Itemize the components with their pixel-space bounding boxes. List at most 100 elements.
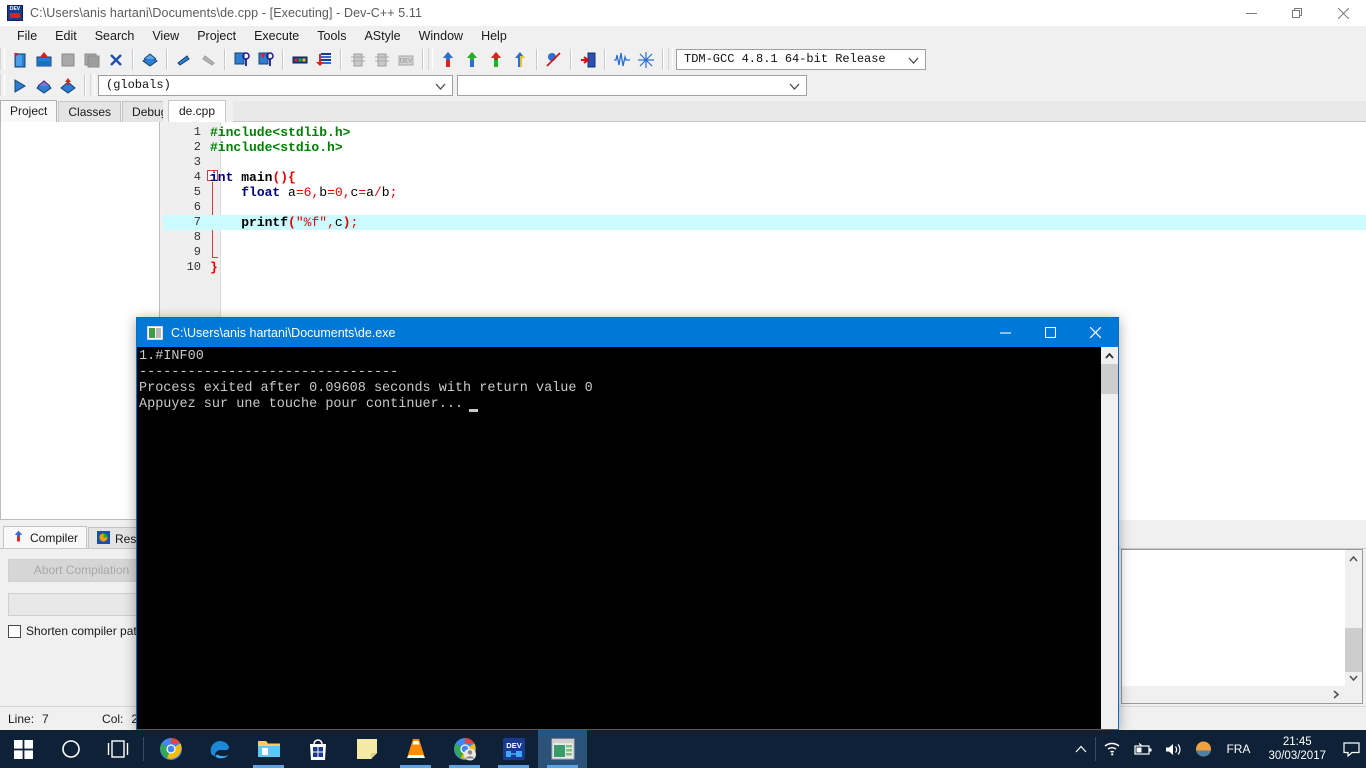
taskbar-app-devcpp[interactable]: DEV — [489, 730, 538, 768]
toolbar-separator — [282, 48, 284, 70]
tab-compiler[interactable]: Compiler — [3, 526, 88, 549]
save-icon[interactable] — [56, 48, 80, 71]
restore-icon[interactable] — [1274, 0, 1320, 26]
find-icon[interactable] — [230, 48, 254, 71]
undo-icon[interactable] — [172, 48, 196, 71]
open-file-icon[interactable] — [32, 48, 56, 71]
menu-tools[interactable]: Tools — [308, 28, 355, 44]
menu-edit[interactable]: Edit — [46, 28, 86, 44]
log-scroll-thumb[interactable] — [1345, 628, 1362, 672]
toolbar-grip-5[interactable] — [90, 74, 95, 96]
console-output-line-1: 1.#INF00 — [139, 349, 204, 364]
onedrive-icon[interactable] — [1189, 730, 1218, 768]
toolbar-grip-4[interactable] — [0, 74, 5, 96]
console-scroll-thumb[interactable] — [1101, 364, 1118, 394]
replace-icon[interactable] — [254, 48, 278, 71]
action-center-icon[interactable] — [1336, 730, 1366, 768]
taskbar-app-chrome-profile[interactable] — [440, 730, 489, 768]
taskbar-app-sticky-notes[interactable] — [342, 730, 391, 768]
console-close-icon[interactable] — [1073, 318, 1118, 347]
shorten-compiler-path-row[interactable]: Shorten compiler path — [8, 624, 143, 638]
debug-icon[interactable] — [610, 48, 634, 71]
console-title-bar[interactable]: C:\Users\anis hartani\Documents\de.exe — [137, 318, 1118, 347]
menu-bar: File Edit Search View Project Execute To… — [0, 26, 1366, 46]
scroll-right-icon[interactable] — [1327, 686, 1344, 703]
taskbar-app-chrome[interactable] — [146, 730, 195, 768]
console-title: C:\Users\anis hartani\Documents\de.exe — [171, 325, 396, 340]
compiler-select[interactable]: TDM-GCC 4.8.1 64-bit Release — [676, 48, 926, 70]
console-maximize-icon[interactable] — [1028, 318, 1073, 347]
language-indicator[interactable]: FRA — [1218, 742, 1258, 756]
code-line-text: } — [210, 260, 218, 275]
members-select[interactable] — [457, 74, 807, 96]
clock[interactable]: 21:45 30/03/2017 — [1258, 735, 1336, 763]
menu-window[interactable]: Window — [410, 28, 472, 44]
taskbar-app-edge[interactable] — [195, 730, 244, 768]
profile-icon[interactable] — [634, 48, 658, 71]
title-bar: C:\Users\anis hartani\Documents\de.cpp -… — [0, 0, 1366, 26]
new-file-icon[interactable] — [8, 48, 32, 71]
volume-icon[interactable] — [1159, 730, 1189, 768]
console-output-area[interactable]: 1.#INF00 -------------------------------… — [137, 347, 1118, 729]
goto-line-icon[interactable] — [288, 48, 312, 71]
insert-icon[interactable] — [312, 48, 336, 71]
shorten-compiler-path-checkbox[interactable] — [8, 624, 21, 638]
menu-execute[interactable]: Execute — [245, 28, 308, 44]
close-file-icon[interactable] — [104, 48, 128, 71]
run-icon[interactable] — [370, 48, 394, 71]
log-horizontal-scrollbar[interactable] — [1122, 686, 1362, 703]
rebuild-all-icon[interactable] — [508, 48, 532, 71]
toolbar-grip-2[interactable] — [428, 48, 433, 70]
code-line: 9 — [163, 245, 1366, 260]
task-view-icon[interactable] — [94, 730, 141, 768]
console-scroll-up-icon[interactable] — [1101, 347, 1118, 364]
redo-icon[interactable] — [196, 48, 220, 71]
dev-icon[interactable]: DEV — [394, 48, 418, 71]
menu-search[interactable]: Search — [86, 28, 144, 44]
toolbar-grip-3[interactable] — [668, 48, 673, 70]
menu-astyle[interactable]: AStyle — [355, 28, 409, 44]
cortana-search-icon[interactable] — [47, 730, 94, 768]
editor-tab-de-cpp[interactable]: de.cpp — [168, 100, 227, 122]
run-to-cursor-icon[interactable] — [8, 74, 32, 97]
run-arrow-icon[interactable] — [460, 48, 484, 71]
code-line: 3 — [163, 155, 1366, 170]
minimize-icon[interactable] — [1228, 0, 1274, 26]
menu-view[interactable]: View — [143, 28, 188, 44]
taskbar-app-vlc[interactable] — [391, 730, 440, 768]
wifi-icon[interactable] — [1098, 730, 1127, 768]
compile-arrow-icon[interactable] — [436, 48, 460, 71]
menu-project[interactable]: Project — [188, 28, 245, 44]
toolbar-grip[interactable] — [0, 48, 5, 70]
taskbar-app-file-explorer[interactable] — [244, 730, 293, 768]
save-all-icon[interactable] — [80, 48, 104, 71]
sidebar-tab-classes[interactable]: Classes — [58, 101, 122, 122]
menu-file[interactable]: File — [8, 28, 46, 44]
abort-compilation-button[interactable]: Abort Compilation — [8, 559, 155, 582]
show-hidden-icons-chevron-icon[interactable] — [1069, 730, 1093, 768]
taskbar-app-console-window[interactable] — [538, 730, 587, 768]
scroll-up-icon[interactable] — [1345, 550, 1362, 567]
sidebar-tab-project[interactable]: Project — [0, 100, 58, 122]
taskbar-app-microsoft-store[interactable] — [293, 730, 342, 768]
battery-icon[interactable] — [1127, 730, 1159, 768]
globals-select-value: (globals) — [106, 78, 171, 92]
compiler-log-pane[interactable] — [1121, 549, 1363, 704]
syntax-check-icon[interactable] — [542, 48, 566, 71]
next-line-icon[interactable] — [32, 74, 56, 97]
step-into-icon[interactable] — [56, 74, 80, 97]
console-minimize-icon[interactable] — [983, 318, 1028, 347]
console-vertical-scrollbar[interactable] — [1101, 347, 1118, 729]
menu-help[interactable]: Help — [472, 28, 516, 44]
start-button[interactable] — [0, 730, 47, 768]
toolbar-separator — [84, 74, 86, 96]
console-window[interactable]: C:\Users\anis hartani\Documents\de.exe 1… — [136, 317, 1119, 730]
program-reset-icon[interactable] — [576, 48, 600, 71]
log-vertical-scrollbar[interactable] — [1345, 550, 1362, 686]
print-icon[interactable] — [138, 48, 162, 71]
compile-icon[interactable] — [346, 48, 370, 71]
globals-select[interactable]: (globals) — [98, 74, 453, 96]
scroll-down-icon[interactable] — [1345, 669, 1362, 686]
close-icon[interactable] — [1320, 0, 1366, 26]
compile-run-icon[interactable] — [484, 48, 508, 71]
